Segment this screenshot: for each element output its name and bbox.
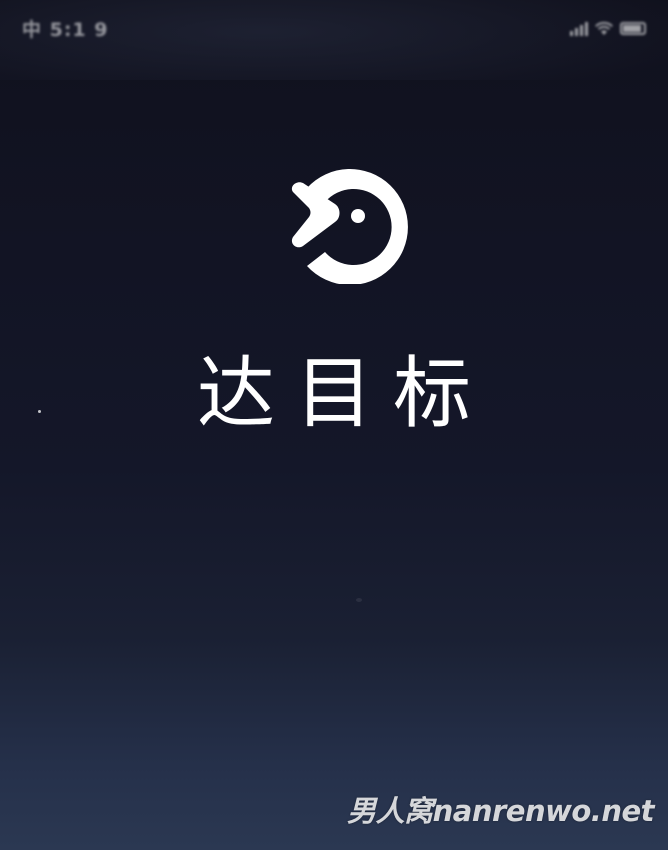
app-name: 达目标 xyxy=(196,349,491,439)
signal-icon xyxy=(570,20,588,36)
status-bar: 中 5:1 9 xyxy=(0,0,668,56)
wifi-icon xyxy=(595,21,613,35)
status-icons xyxy=(570,20,646,36)
watermark: 男人窝nanrenwo.net xyxy=(347,794,654,828)
battery-icon xyxy=(620,21,646,35)
status-carrier-time: 中 5:1 9 xyxy=(22,18,109,41)
faint-star-dot xyxy=(356,598,362,602)
da-mubiao-logo-icon xyxy=(291,169,408,284)
star-dot xyxy=(38,410,41,413)
splash-screen: 中 5:1 9 达目标 男人窝nanrenwo.net xyxy=(0,0,668,850)
